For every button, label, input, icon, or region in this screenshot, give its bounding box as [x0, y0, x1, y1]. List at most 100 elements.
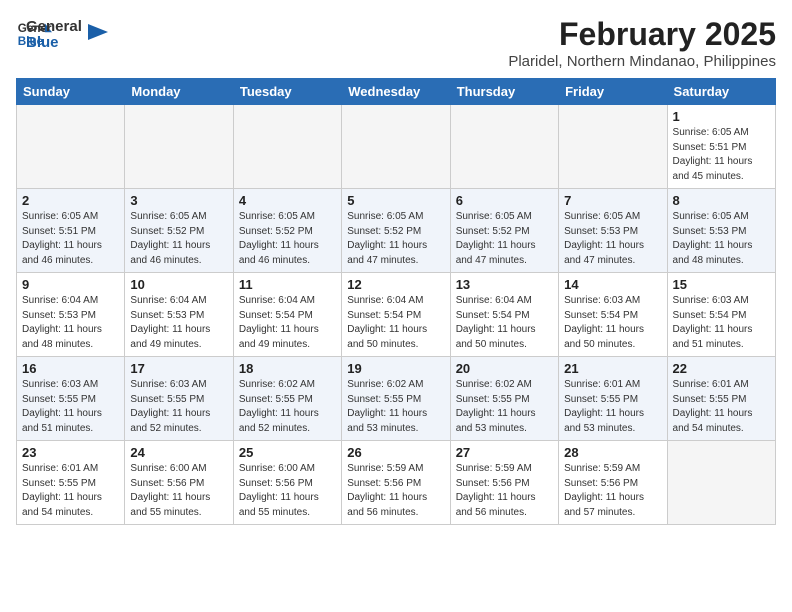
calendar-day-cell: 8 Sunrise: 6:05 AM Sunset: 5:53 PM Daylig… — [667, 189, 775, 273]
day-info: Sunrise: 6:03 AM Sunset: 5:54 PM Dayligh… — [673, 294, 770, 352]
day-number: 10 — [130, 277, 227, 292]
title-block: February 2025 Plaridel, Northern Mindana… — [508, 16, 776, 70]
day-number: 19 — [347, 361, 444, 376]
day-number: 12 — [347, 277, 444, 292]
calendar-day-cell: 4 Sunrise: 6:05 AM Sunset: 5:52 PM Daylig… — [233, 189, 341, 273]
calendar-day-cell — [450, 105, 558, 189]
calendar-table: SundayMondayTuesdayWednesdayThursdayFrid… — [16, 78, 776, 525]
day-number: 14 — [564, 277, 661, 292]
calendar-week-row: 16 Sunrise: 6:03 AM Sunset: 5:55 PM Dayli… — [17, 357, 776, 441]
day-info: Sunrise: 6:05 AM Sunset: 5:52 PM Dayligh… — [347, 210, 444, 268]
day-info: Sunrise: 6:04 AM Sunset: 5:53 PM Dayligh… — [130, 294, 227, 352]
day-info: Sunrise: 6:05 AM Sunset: 5:53 PM Dayligh… — [564, 210, 661, 268]
day-info: Sunrise: 5:59 AM Sunset: 5:56 PM Dayligh… — [456, 462, 553, 520]
day-info: Sunrise: 5:59 AM Sunset: 5:56 PM Dayligh… — [347, 462, 444, 520]
day-number: 7 — [564, 193, 661, 208]
calendar-day-cell: 25 Sunrise: 6:00 AM Sunset: 5:56 PM Dayli… — [233, 441, 341, 525]
day-number: 13 — [456, 277, 553, 292]
calendar-day-cell: 18 Sunrise: 6:02 AM Sunset: 5:55 PM Dayli… — [233, 357, 341, 441]
day-number: 8 — [673, 193, 770, 208]
calendar-day-cell: 15 Sunrise: 6:03 AM Sunset: 5:54 PM Dayli… — [667, 273, 775, 357]
calendar-day-cell: 6 Sunrise: 6:05 AM Sunset: 5:52 PM Daylig… — [450, 189, 558, 273]
calendar-day-cell: 2Sunrise: 6:05 AM Sunset: 5:51 PM Daylig… — [17, 189, 125, 273]
day-info: Sunrise: 6:03 AM Sunset: 5:54 PM Dayligh… — [564, 294, 661, 352]
calendar-day-cell — [342, 105, 450, 189]
calendar-day-cell: 10 Sunrise: 6:04 AM Sunset: 5:53 PM Dayli… — [125, 273, 233, 357]
logo: General Blue General Blue — [16, 16, 108, 52]
day-number: 25 — [239, 445, 336, 460]
weekday-header-monday: Monday — [125, 79, 233, 105]
day-info: Sunrise: 6:00 AM Sunset: 5:56 PM Dayligh… — [239, 462, 336, 520]
calendar-week-row: 1Sunrise: 6:05 AM Sunset: 5:51 PM Daylig… — [17, 105, 776, 189]
day-number: 16 — [22, 361, 119, 376]
day-info: Sunrise: 6:01 AM Sunset: 5:55 PM Dayligh… — [22, 462, 119, 520]
day-info: Sunrise: 6:01 AM Sunset: 5:55 PM Dayligh… — [564, 378, 661, 436]
day-info: Sunrise: 6:04 AM Sunset: 5:53 PM Dayligh… — [22, 294, 119, 352]
weekday-header-saturday: Saturday — [667, 79, 775, 105]
location-subtitle: Plaridel, Northern Mindanao, Philippines — [508, 53, 776, 70]
calendar-day-cell: 1Sunrise: 6:05 AM Sunset: 5:51 PM Daylig… — [667, 105, 775, 189]
calendar-day-cell — [125, 105, 233, 189]
day-info: Sunrise: 6:03 AM Sunset: 5:55 PM Dayligh… — [22, 378, 119, 436]
calendar-day-cell — [17, 105, 125, 189]
day-number: 24 — [130, 445, 227, 460]
logo-arrow-icon — [88, 20, 108, 40]
day-info: Sunrise: 6:02 AM Sunset: 5:55 PM Dayligh… — [456, 378, 553, 436]
day-info: Sunrise: 6:05 AM Sunset: 5:52 PM Dayligh… — [456, 210, 553, 268]
day-number: 9 — [22, 277, 119, 292]
calendar-day-cell: 20 Sunrise: 6:02 AM Sunset: 5:55 PM Dayli… — [450, 357, 558, 441]
day-number: 5 — [347, 193, 444, 208]
calendar-day-cell: 27Sunrise: 5:59 AM Sunset: 5:56 PM Dayli… — [450, 441, 558, 525]
calendar-day-cell: 16 Sunrise: 6:03 AM Sunset: 5:55 PM Dayli… — [17, 357, 125, 441]
calendar-day-cell: 7 Sunrise: 6:05 AM Sunset: 5:53 PM Daylig… — [559, 189, 667, 273]
day-info: Sunrise: 5:59 AM Sunset: 5:56 PM Dayligh… — [564, 462, 661, 520]
calendar-day-cell: 24 Sunrise: 6:00 AM Sunset: 5:56 PM Dayli… — [125, 441, 233, 525]
day-number: 4 — [239, 193, 336, 208]
day-info: Sunrise: 6:00 AM Sunset: 5:56 PM Dayligh… — [130, 462, 227, 520]
day-number: 15 — [673, 277, 770, 292]
day-info: Sunrise: 6:02 AM Sunset: 5:55 PM Dayligh… — [347, 378, 444, 436]
calendar-day-cell: 9 Sunrise: 6:04 AM Sunset: 5:53 PM Daylig… — [17, 273, 125, 357]
day-info: Sunrise: 6:04 AM Sunset: 5:54 PM Dayligh… — [239, 294, 336, 352]
calendar-day-cell: 19 Sunrise: 6:02 AM Sunset: 5:55 PM Dayli… — [342, 357, 450, 441]
weekday-header-row: SundayMondayTuesdayWednesdayThursdayFrid… — [17, 79, 776, 105]
day-info: Sunrise: 6:05 AM Sunset: 5:51 PM Dayligh… — [673, 126, 770, 184]
calendar-day-cell: 12 Sunrise: 6:04 AM Sunset: 5:54 PM Dayli… — [342, 273, 450, 357]
day-number: 22 — [673, 361, 770, 376]
calendar-week-row: 9 Sunrise: 6:04 AM Sunset: 5:53 PM Daylig… — [17, 273, 776, 357]
day-info: Sunrise: 6:01 AM Sunset: 5:55 PM Dayligh… — [673, 378, 770, 436]
day-number: 28 — [564, 445, 661, 460]
day-info: Sunrise: 6:03 AM Sunset: 5:55 PM Dayligh… — [130, 378, 227, 436]
calendar-day-cell: 5 Sunrise: 6:05 AM Sunset: 5:52 PM Daylig… — [342, 189, 450, 273]
calendar-day-cell — [559, 105, 667, 189]
calendar-day-cell: 21 Sunrise: 6:01 AM Sunset: 5:55 PM Dayli… — [559, 357, 667, 441]
weekday-header-friday: Friday — [559, 79, 667, 105]
day-info: Sunrise: 6:05 AM Sunset: 5:52 PM Dayligh… — [239, 210, 336, 268]
calendar-day-cell: 23Sunrise: 6:01 AM Sunset: 5:55 PM Dayli… — [17, 441, 125, 525]
calendar-day-cell — [667, 441, 775, 525]
calendar-week-row: 23Sunrise: 6:01 AM Sunset: 5:55 PM Dayli… — [17, 441, 776, 525]
month-year-title: February 2025 — [508, 16, 776, 53]
day-info: Sunrise: 6:02 AM Sunset: 5:55 PM Dayligh… — [239, 378, 336, 436]
day-info: Sunrise: 6:04 AM Sunset: 5:54 PM Dayligh… — [347, 294, 444, 352]
calendar-day-cell: 28 Sunrise: 5:59 AM Sunset: 5:56 PM Dayli… — [559, 441, 667, 525]
day-number: 6 — [456, 193, 553, 208]
calendar-day-cell — [233, 105, 341, 189]
day-number: 18 — [239, 361, 336, 376]
day-info: Sunrise: 6:05 AM Sunset: 5:52 PM Dayligh… — [130, 210, 227, 268]
day-number: 17 — [130, 361, 227, 376]
day-number: 26 — [347, 445, 444, 460]
calendar-day-cell: 11Sunrise: 6:04 AM Sunset: 5:54 PM Dayli… — [233, 273, 341, 357]
day-number: 21 — [564, 361, 661, 376]
calendar-day-cell: 3 Sunrise: 6:05 AM Sunset: 5:52 PM Daylig… — [125, 189, 233, 273]
weekday-header-thursday: Thursday — [450, 79, 558, 105]
calendar-day-cell: 17 Sunrise: 6:03 AM Sunset: 5:55 PM Dayli… — [125, 357, 233, 441]
day-info: Sunrise: 6:05 AM Sunset: 5:51 PM Dayligh… — [22, 210, 119, 268]
calendar-day-cell: 14 Sunrise: 6:03 AM Sunset: 5:54 PM Dayli… — [559, 273, 667, 357]
day-number: 3 — [130, 193, 227, 208]
day-info: Sunrise: 6:05 AM Sunset: 5:53 PM Dayligh… — [673, 210, 770, 268]
day-number: 20 — [456, 361, 553, 376]
weekday-header-sunday: Sunday — [17, 79, 125, 105]
weekday-header-wednesday: Wednesday — [342, 79, 450, 105]
calendar-day-cell: 22 Sunrise: 6:01 AM Sunset: 5:55 PM Dayli… — [667, 357, 775, 441]
